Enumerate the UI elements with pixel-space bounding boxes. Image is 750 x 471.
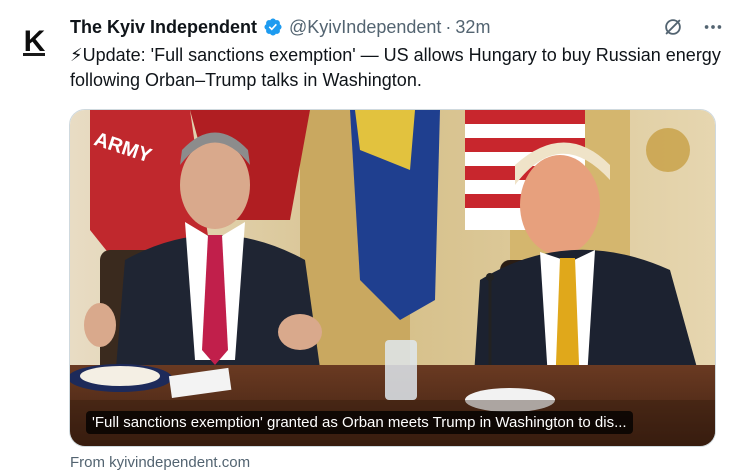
tweet[interactable]: K The Kyiv Independent @KyivIndependent … [0,0,750,471]
link-card-image[interactable]: ARMY 'Full sanctions exemption' granted … [69,109,716,447]
more-icon[interactable] [700,14,726,40]
meeting-photo: ARMY [70,110,715,446]
tweet-time[interactable]: 32m [455,17,490,38]
tweet-header: The Kyiv Independent @KyivIndependent · … [70,14,490,40]
tweet-text: ⚡Update: 'Full sanctions exemption' — US… [70,45,721,90]
author-handle[interactable]: @KyivIndependent [289,17,441,38]
link-source[interactable]: From kyivindependent.com [70,454,250,471]
header-separator: · [445,16,452,37]
verified-badge-icon[interactable] [263,17,283,37]
tweet-top-actions [660,14,726,40]
avatar[interactable]: K [14,22,54,62]
avatar-underline [23,53,45,56]
grok-icon[interactable] [660,14,686,40]
author-name[interactable]: The Kyiv Independent [70,17,257,38]
card-caption: 'Full sanctions exemption' granted as Or… [86,411,633,434]
